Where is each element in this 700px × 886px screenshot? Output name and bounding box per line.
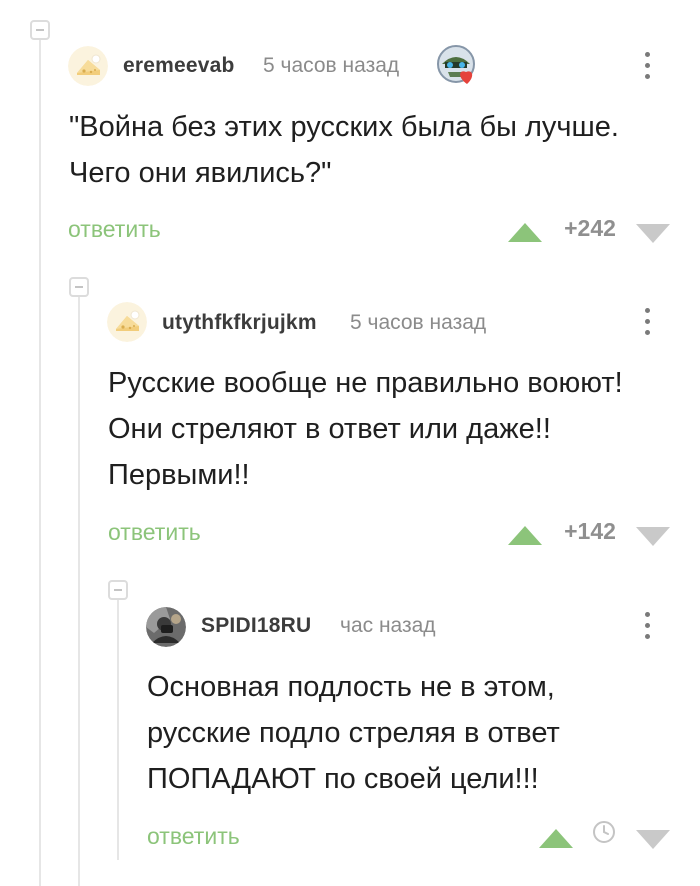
upvote-icon[interactable] bbox=[508, 526, 542, 545]
more-options-icon[interactable] bbox=[642, 612, 652, 642]
collapse-thread-button[interactable] bbox=[69, 277, 89, 297]
collapse-thread-button[interactable] bbox=[30, 20, 50, 40]
comment-text-line: Они стреляют в ответ или даже!! bbox=[108, 413, 551, 445]
comment-timestamp[interactable]: час назад bbox=[340, 614, 436, 638]
more-options-icon[interactable] bbox=[642, 308, 652, 338]
comment-text-line: Чего они явились?" bbox=[69, 157, 332, 189]
collapse-thread-button[interactable] bbox=[108, 580, 128, 600]
more-options-icon[interactable] bbox=[642, 52, 652, 82]
thread-line-level-1 bbox=[78, 296, 80, 886]
award-badge-heart-icon[interactable] bbox=[436, 44, 478, 86]
downvote-icon[interactable] bbox=[636, 224, 670, 243]
comment-timestamp[interactable]: 5 часов назад bbox=[263, 54, 399, 78]
cheese-avatar-icon[interactable] bbox=[107, 302, 147, 342]
comment-body: "Война без этих русских была бы лучше. Ч… bbox=[69, 104, 619, 196]
cheese-avatar-icon[interactable] bbox=[68, 46, 108, 86]
comment-timestamp[interactable]: 5 часов назад bbox=[350, 311, 486, 335]
comment-text-line: Русские вообще не правильно воюют! bbox=[108, 367, 623, 399]
downvote-icon[interactable] bbox=[636, 527, 670, 546]
thread-line-level-0 bbox=[39, 40, 41, 886]
comment-text-line: ПОПАДАЮТ по своей цели!!! bbox=[147, 763, 539, 795]
comment-rating: +142 bbox=[564, 518, 616, 544]
upvote-icon[interactable] bbox=[508, 223, 542, 242]
clock-icon bbox=[592, 820, 616, 844]
photo-avatar-icon[interactable] bbox=[146, 607, 186, 647]
reply-link[interactable]: ответить bbox=[68, 216, 161, 243]
comment-author[interactable]: utythfkfkrjujkm bbox=[162, 311, 317, 335]
downvote-icon[interactable] bbox=[636, 830, 670, 849]
comment-body: Русские вообще не правильно воюют! Они с… bbox=[108, 360, 623, 498]
comment-author[interactable]: SPIDI18RU bbox=[201, 614, 311, 638]
comment-text-line: русские подло стреляя в ответ bbox=[147, 717, 560, 749]
reply-link[interactable]: ответить bbox=[108, 519, 201, 546]
comment-text-line: Первыми!! bbox=[108, 459, 250, 491]
comment-text-line: "Война без этих русских была бы лучше. bbox=[69, 111, 619, 143]
comment-text-line: Основная подлость не в этом, bbox=[147, 671, 555, 703]
comment-author[interactable]: eremeevab bbox=[123, 54, 235, 78]
reply-link[interactable]: ответить bbox=[147, 823, 240, 850]
thread-line-level-2 bbox=[117, 600, 119, 860]
comment-body: Основная подлость не в этом, русские под… bbox=[147, 664, 560, 802]
upvote-icon[interactable] bbox=[539, 829, 573, 848]
comment-rating: +242 bbox=[564, 215, 616, 241]
